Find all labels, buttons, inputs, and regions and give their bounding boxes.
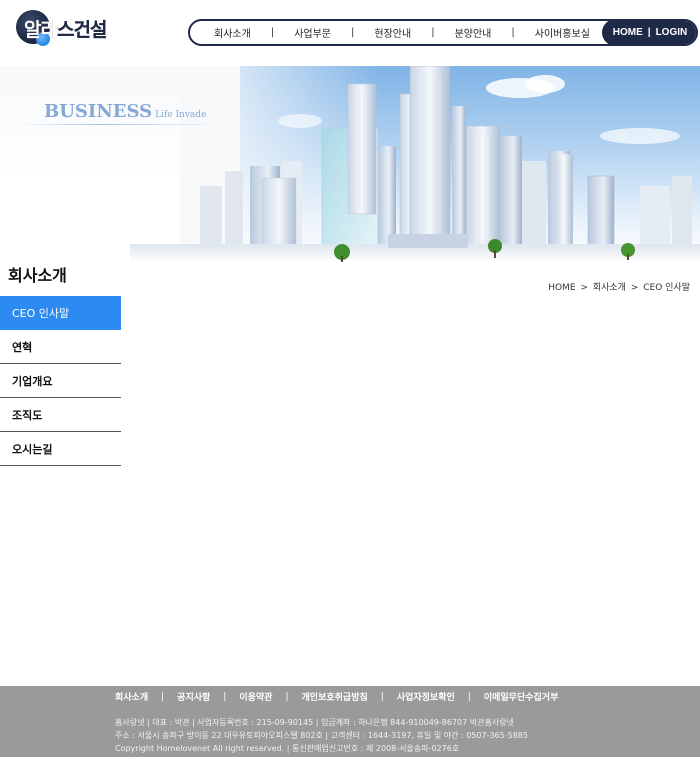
- nav-item-pr[interactable]: 사이버홍보실: [535, 25, 590, 40]
- main-nav: 회사소개 | 사업부문 | 현장안내 | 분양안내 | 사이버홍보실 HOME …: [188, 19, 698, 46]
- breadcrumb: HOME > 회사소개 > CEO 인사말: [548, 280, 690, 293]
- footer-copyright: Copyright Homelovenet All right reserved…: [115, 744, 460, 753]
- login-link[interactable]: LOGIN: [656, 27, 688, 38]
- footer-links: 회사소개 | 공지사항 | 이용약관 | 개인보호취급방침 | 사업자정보확인 …: [115, 690, 559, 704]
- sidebar-item-organization[interactable]: 조직도: [0, 398, 121, 432]
- nav-item-sales[interactable]: 분양안내: [455, 25, 492, 40]
- banner-underline: [20, 124, 220, 125]
- footer-info-line: 주소 : 서울시 송파구 방이동 22 대우유토피아오피스텔 802호 | 고객…: [115, 731, 528, 740]
- site-footer: 회사소개 | 공지사항 | 이용약관 | 개인보호취급방침 | 사업자정보확인 …: [0, 686, 700, 757]
- breadcrumb-separator: >: [580, 283, 588, 293]
- sidebar-item-directions[interactable]: 오시는길: [0, 432, 121, 466]
- breadcrumb-separator: >: [630, 283, 639, 293]
- footer-divider: |: [223, 691, 227, 702]
- footer-link-notice[interactable]: 공지사항: [177, 690, 210, 703]
- logo-text: 알라스건설: [24, 19, 107, 41]
- footer-divider: |: [161, 691, 165, 702]
- footer-divider: |: [380, 691, 384, 702]
- account-divider: |: [647, 27, 651, 38]
- sidebar-item-overview[interactable]: 기업개요: [0, 364, 121, 398]
- nav-item-company[interactable]: 회사소개: [214, 25, 251, 40]
- banner-title-sub: Life Invade: [155, 110, 207, 120]
- footer-link-email-policy[interactable]: 이메일무단수집거부: [484, 690, 559, 703]
- nav-item-sites[interactable]: 현장안내: [374, 25, 411, 40]
- nav-account: HOME | LOGIN: [602, 21, 696, 44]
- site-logo[interactable]: 알라스건설: [16, 10, 116, 46]
- nav-divider: |: [351, 27, 355, 38]
- footer-link-privacy[interactable]: 개인보호취급방침: [302, 690, 368, 703]
- nav-divider: |: [270, 27, 275, 38]
- city-skyline-illustration: [130, 66, 700, 262]
- breadcrumb-home[interactable]: HOME: [548, 283, 575, 293]
- sidebar-menu: CEO 인사말 연혁 기업개요 조직도 오시는길: [0, 296, 121, 466]
- nav-item-business[interactable]: 사업부문: [294, 25, 331, 40]
- breadcrumb-current: CEO 인사말: [643, 283, 690, 293]
- footer-divider: |: [467, 691, 471, 702]
- footer-link-company[interactable]: 회사소개: [115, 690, 148, 703]
- footer-info-line: 홈사랑넷 | 대표 : 박관 | 사업자등록번호 : 215-09-90145 …: [115, 718, 514, 727]
- nav-divider: |: [431, 27, 435, 38]
- footer-link-business-info[interactable]: 사업자정보확인: [397, 690, 455, 703]
- sidebar-item-ceo-greeting[interactable]: CEO 인사말: [0, 296, 121, 330]
- banner-title-main: BUSINESS: [44, 101, 153, 122]
- footer-company-info: 홈사랑넷 | 대표 : 박관 | 사업자등록번호 : 215-09-90145 …: [115, 716, 528, 755]
- home-link[interactable]: HOME: [613, 27, 643, 38]
- section-title: 회사소개: [8, 266, 67, 285]
- footer-link-terms[interactable]: 이용약관: [239, 690, 272, 703]
- breadcrumb-company[interactable]: 회사소개: [593, 283, 626, 293]
- hero-banner: BUSINESS Life Invade: [0, 66, 700, 262]
- nav-divider: |: [511, 27, 515, 38]
- sidebar-item-history[interactable]: 연혁: [0, 330, 121, 364]
- banner-title: BUSINESS Life Invade: [44, 101, 206, 122]
- site-header: 알라스건설 회사소개 | 사업부문 | 현장안내 | 분양안내 | 사이버홍보실…: [0, 0, 700, 66]
- footer-divider: |: [285, 691, 289, 702]
